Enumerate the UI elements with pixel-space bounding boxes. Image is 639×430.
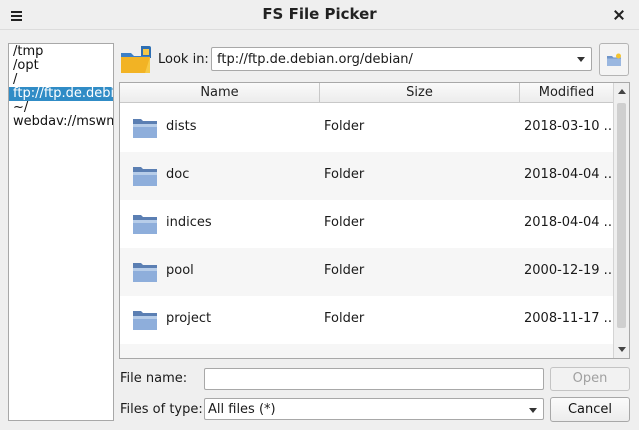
- new-folder-icon: [607, 53, 621, 66]
- place-item[interactable]: /opt: [9, 59, 113, 73]
- window-title: FS File Picker: [262, 5, 377, 23]
- file-row[interactable]: project Folder 2008-11-17 ...: [120, 296, 617, 344]
- place-item[interactable]: ~/: [9, 101, 113, 115]
- place-item[interactable]: /: [9, 73, 113, 87]
- file-row-partial[interactable]: [120, 344, 613, 359]
- open-button[interactable]: Open: [550, 367, 630, 391]
- dropdown-arrow-icon: [577, 57, 585, 62]
- lookin-combobox[interactable]: ftp://ftp.de.debian.org/debian/: [211, 47, 592, 71]
- folder-icon: [133, 311, 157, 330]
- file-modified: 2018-04-04 ...: [524, 167, 617, 182]
- vertical-scrollbar[interactable]: [613, 83, 629, 358]
- cancel-button[interactable]: Cancel: [550, 397, 630, 422]
- filename-input[interactable]: [204, 368, 544, 390]
- close-button[interactable]: [609, 5, 629, 25]
- scroll-down-icon[interactable]: [618, 347, 626, 352]
- file-name: pool: [166, 263, 194, 278]
- lookin-value: ftp://ftp.de.debian.org/debian/: [217, 52, 413, 67]
- folder-icon: [133, 119, 157, 138]
- file-list-header: Name Size Modified: [120, 83, 613, 103]
- file-size: Folder: [324, 167, 365, 182]
- dropdown-arrow-icon: [529, 408, 537, 413]
- folder-open-icon: [121, 46, 151, 73]
- place-item-selected[interactable]: ftp://ftp.de.debian.org/debian/: [9, 87, 113, 101]
- place-item[interactable]: webdav://mswms: [9, 115, 113, 129]
- file-size: Folder: [324, 263, 365, 278]
- file-size: Folder: [324, 215, 365, 230]
- folder-icon: [133, 167, 157, 186]
- filetype-value: All files (*): [208, 402, 276, 417]
- lookin-label: Look in:: [158, 52, 209, 67]
- title-bar: FS File Picker: [0, 0, 639, 30]
- folder-icon: [132, 356, 158, 359]
- scrollbar-thumb[interactable]: [617, 103, 626, 328]
- file-name: project: [166, 311, 212, 326]
- file-row[interactable]: pool Folder 2000-12-19 ...: [120, 248, 617, 296]
- folder-icon: [133, 215, 157, 234]
- file-size: Folder: [324, 311, 365, 326]
- file-list[interactable]: Name Size Modified dists Folder 2018-03-…: [119, 82, 630, 359]
- file-row[interactable]: indices Folder 2018-04-04 ...: [120, 200, 617, 248]
- file-size: Folder: [324, 119, 365, 134]
- scroll-up-icon[interactable]: [618, 89, 626, 94]
- file-modified: 2018-03-10 ...: [524, 119, 617, 134]
- filetype-combobox[interactable]: All files (*): [204, 398, 544, 420]
- column-header-modified[interactable]: Modified: [520, 83, 613, 103]
- filetype-label: Files of type:: [120, 402, 203, 417]
- column-header-size[interactable]: Size: [320, 83, 520, 103]
- file-name: doc: [166, 167, 190, 182]
- file-name: dists: [166, 119, 197, 134]
- new-folder-button[interactable]: [599, 43, 629, 76]
- filename-label: File name:: [120, 371, 188, 386]
- close-icon: [614, 10, 624, 20]
- file-modified: 2018-04-04 ...: [524, 215, 617, 230]
- places-sidebar[interactable]: /tmp /opt / ftp://ftp.de.debian.org/debi…: [8, 43, 114, 421]
- column-header-name[interactable]: Name: [120, 83, 320, 103]
- place-item[interactable]: /tmp: [9, 45, 113, 59]
- folder-icon: [133, 263, 157, 282]
- file-modified: 2000-12-19 ...: [524, 263, 617, 278]
- file-row[interactable]: dists Folder 2018-03-10 ...: [120, 104, 617, 152]
- file-row[interactable]: doc Folder 2018-04-04 ...: [120, 152, 617, 200]
- file-modified: 2008-11-17 ...: [524, 311, 617, 326]
- file-name: indices: [166, 215, 212, 230]
